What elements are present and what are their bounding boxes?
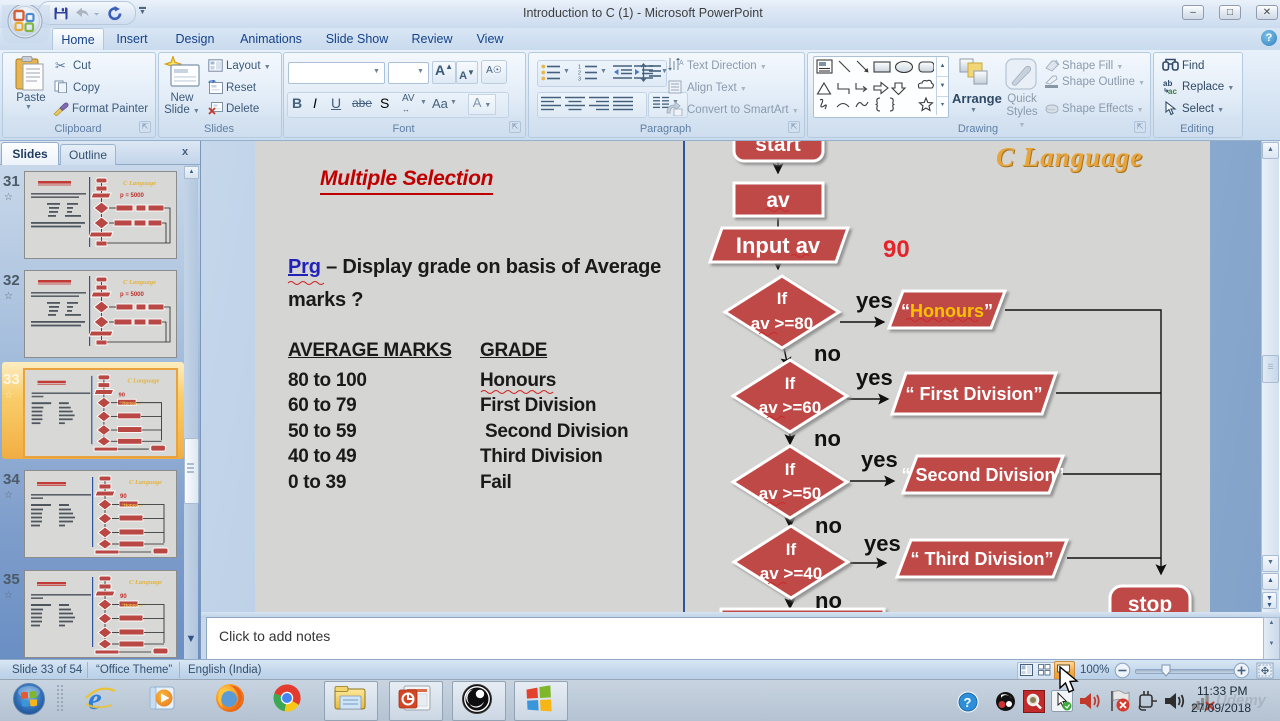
svg-text:yes: yes (856, 365, 893, 390)
svg-text:e: e (88, 681, 102, 715)
svg-text:A: A (679, 60, 684, 67)
svg-text:no: no (815, 513, 842, 538)
svg-text:If: If (777, 289, 788, 308)
svg-text:C Language: C Language (123, 279, 156, 286)
svg-text:If: If (785, 460, 796, 479)
svg-text:p = 5000: p = 5000 (120, 292, 145, 298)
svg-text:ac: ac (1168, 87, 1177, 95)
svg-text:p = 5000: p = 5000 (120, 193, 145, 199)
svg-text:av >=80: av >=80 (751, 314, 813, 333)
svg-text:?: ? (964, 695, 972, 710)
svg-text:av >=60: av >=60 (759, 398, 821, 417)
svg-text:“Honours”: “Honours” (901, 301, 993, 321)
svg-text:“ Third Division”: “ Third Division” (910, 549, 1053, 569)
svg-text:yes: yes (861, 447, 898, 472)
svg-text:C Language: C Language (123, 180, 156, 187)
svg-text:“ Second Division”: “ Second Division” (901, 465, 1064, 485)
svg-text:yes: yes (856, 288, 893, 313)
svg-text:90: 90 (119, 392, 126, 398)
svg-text:no: no (815, 588, 842, 612)
svg-text:no: no (814, 426, 841, 451)
svg-text:Input av: Input av (736, 233, 821, 258)
svg-text:stop: stop (1128, 593, 1172, 612)
svg-text:3: 3 (578, 77, 581, 82)
svg-text:“ First Division”: “ First Division” (905, 384, 1042, 404)
svg-text:C Language: C Language (127, 378, 159, 385)
svg-text:yes: yes (864, 531, 901, 556)
svg-text:av >=40: av >=40 (760, 564, 822, 583)
svg-text:av >=50: av >=50 (759, 484, 821, 503)
svg-text:start: start (755, 141, 801, 156)
svg-text:90: 90 (883, 236, 910, 263)
svg-text:If: If (786, 540, 797, 559)
svg-text:If: If (785, 374, 796, 393)
svg-text:no: no (814, 341, 841, 366)
svg-text:“Honours”: “Honours” (120, 401, 143, 406)
svg-text:av: av (766, 189, 790, 212)
